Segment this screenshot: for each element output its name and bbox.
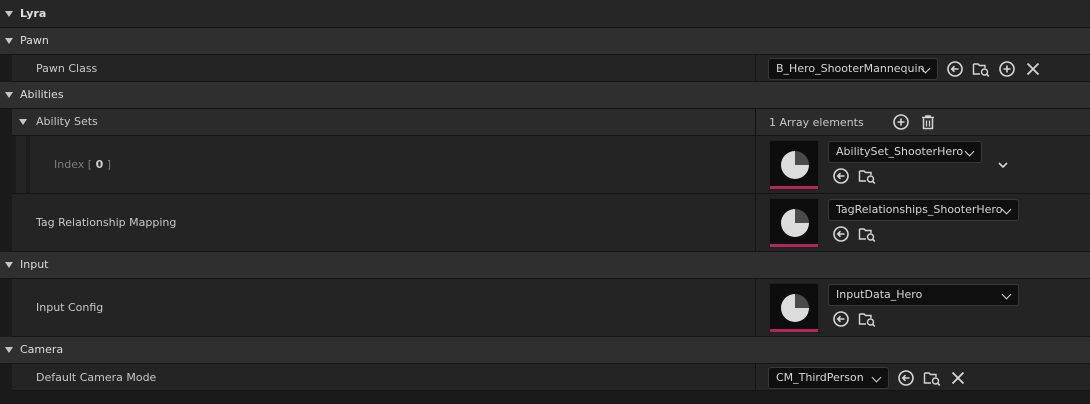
ability-set-combo[interactable]: AbilitySet_ShooterHero xyxy=(828,141,982,163)
asset-type-color-bar xyxy=(770,329,818,332)
indent-guide xyxy=(26,136,30,193)
column-divider xyxy=(755,194,756,251)
pawn-class-combo[interactable]: B_Hero_ShooterMannequin xyxy=(768,58,938,80)
column-divider xyxy=(755,55,756,81)
category-lyra[interactable]: Lyra xyxy=(0,0,1090,28)
collapse-arrow-icon[interactable] xyxy=(5,262,13,268)
property-label: Default Camera Mode xyxy=(36,371,157,384)
trash-icon[interactable] xyxy=(919,113,937,131)
use-selected-icon[interactable] xyxy=(832,225,850,243)
array-index-label: Index [ 0 ] xyxy=(54,158,112,171)
asset-thumbnail[interactable] xyxy=(769,198,819,248)
category-abilities[interactable]: Abilities xyxy=(0,82,1090,109)
clear-x-icon[interactable] xyxy=(1024,60,1042,78)
browse-folder-icon[interactable] xyxy=(858,225,876,243)
combo-value: AbilitySet_ShooterHero xyxy=(836,145,964,158)
category-label: Input xyxy=(20,258,49,271)
tag-relationship-combo[interactable]: TagRelationships_ShooterHero xyxy=(828,199,1019,221)
browse-folder-icon[interactable] xyxy=(923,369,941,387)
collapse-arrow-icon[interactable] xyxy=(19,119,27,125)
collapse-arrow-icon[interactable] xyxy=(5,10,13,17)
combo-value: B_Hero_ShooterMannequin xyxy=(776,62,925,75)
column-divider xyxy=(755,279,756,336)
asset-thumbnail[interactable] xyxy=(769,283,819,333)
category-label: Pawn xyxy=(20,34,49,47)
property-label: Ability Sets xyxy=(36,115,98,128)
input-config-combo[interactable]: InputData_Hero xyxy=(828,284,1019,306)
category-label: Abilities xyxy=(20,88,64,101)
combo-value: TagRelationships_ShooterHero xyxy=(836,203,1003,216)
combo-value: CM_ThirdPerson xyxy=(776,371,864,384)
add-element-icon[interactable] xyxy=(892,113,910,131)
column-divider xyxy=(755,136,756,193)
indent-guide xyxy=(12,136,16,193)
data-asset-thumbnail-icon xyxy=(781,209,809,237)
asset-type-color-bar xyxy=(770,186,818,189)
array-index-value: 0 xyxy=(95,158,104,171)
data-asset-thumbnail-icon xyxy=(781,294,809,322)
category-input[interactable]: Input xyxy=(0,252,1090,279)
use-selected-icon[interactable] xyxy=(832,167,850,185)
panel-bottom-edge xyxy=(0,391,1090,404)
collapse-arrow-icon[interactable] xyxy=(5,347,13,353)
browse-folder-icon[interactable] xyxy=(972,60,990,78)
data-asset-thumbnail-icon xyxy=(781,151,809,179)
asset-thumbnail[interactable] xyxy=(769,140,819,190)
column-divider xyxy=(755,109,756,135)
chevron-down-icon xyxy=(1001,204,1012,215)
category-camera[interactable]: Camera xyxy=(0,337,1090,364)
property-label: Tag Relationship Mapping xyxy=(36,216,177,229)
browse-folder-icon[interactable] xyxy=(858,310,876,328)
use-selected-icon[interactable] xyxy=(897,369,915,387)
array-element-count: 1 Array elements xyxy=(769,116,864,129)
property-label: Input Config xyxy=(36,301,104,314)
category-pawn[interactable]: Pawn xyxy=(0,28,1090,55)
use-selected-icon[interactable] xyxy=(946,60,964,78)
combo-value: InputData_Hero xyxy=(836,288,923,301)
chevron-down-icon xyxy=(964,146,975,157)
browse-folder-icon[interactable] xyxy=(858,167,876,185)
clear-x-icon[interactable] xyxy=(949,369,967,387)
camera-mode-combo[interactable]: CM_ThirdPerson xyxy=(768,367,889,389)
chevron-down-icon xyxy=(871,372,882,383)
chevron-down-icon xyxy=(1001,289,1012,300)
chevron-down-icon[interactable] xyxy=(994,156,1012,174)
column-divider xyxy=(755,364,756,390)
property-label: Pawn Class xyxy=(36,62,98,75)
asset-type-color-bar xyxy=(770,244,818,247)
add-icon[interactable] xyxy=(998,60,1016,78)
category-label: Camera xyxy=(20,343,64,356)
use-selected-icon[interactable] xyxy=(832,310,850,328)
collapse-arrow-icon[interactable] xyxy=(5,92,13,98)
category-label: Lyra xyxy=(20,7,47,20)
collapse-arrow-icon[interactable] xyxy=(5,38,13,44)
